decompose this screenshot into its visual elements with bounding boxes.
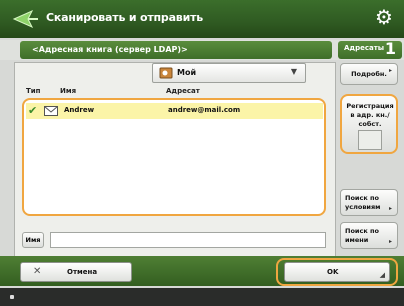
chevron-down-icon: ▼ bbox=[290, 67, 297, 76]
close-icon: ✕ bbox=[33, 266, 42, 277]
address-book-select[interactable]: Мой ▼ bbox=[152, 63, 306, 83]
email-icon bbox=[44, 106, 58, 116]
screen: Сканировать и отправить ⚙ <Адресная книг… bbox=[0, 0, 404, 306]
destinations-count: 1 bbox=[384, 39, 396, 58]
search-by-conditions-button[interactable]: Поиск по условиям ▸ bbox=[340, 189, 398, 216]
address-book-select-value: Мой bbox=[177, 68, 197, 77]
address-book-icon bbox=[159, 67, 173, 79]
search-by-name-button[interactable]: Поиск по имени ▸ bbox=[340, 222, 398, 249]
details-button-label: Подробн. bbox=[351, 70, 387, 78]
register-button-label: Регистрация в адр. кн./ собст. bbox=[346, 102, 394, 128]
window-title: Сканировать и отправить bbox=[46, 11, 204, 24]
name-search-label: Имя bbox=[22, 232, 44, 248]
chevron-right-icon: ▸ bbox=[388, 205, 392, 212]
checkmark-icon: ✔ bbox=[28, 104, 38, 117]
title-bar: Сканировать и отправить ⚙ bbox=[0, 0, 404, 38]
destinations-counter: Адресаты 1 bbox=[338, 39, 402, 59]
send-arrow-icon bbox=[12, 9, 38, 29]
chevron-right-icon: ▸ bbox=[388, 238, 392, 245]
search-by-name-label: Поиск по имени bbox=[345, 227, 379, 244]
row-name: Andrew bbox=[64, 106, 95, 114]
status-footer bbox=[0, 288, 404, 306]
column-header-name: Имя bbox=[60, 87, 77, 95]
name-search-input[interactable] bbox=[50, 232, 326, 248]
row-address: andrew@mail.com bbox=[168, 106, 241, 114]
column-header-address: Адресат bbox=[166, 87, 200, 95]
header-row: <Адресная книга (сервер LDAP)> Адресаты … bbox=[0, 39, 404, 60]
address-list[interactable]: ✔ Andrew andrew@mail.com bbox=[22, 98, 326, 216]
search-by-conditions-label: Поиск по условиям bbox=[345, 194, 381, 211]
chevron-right-icon: ▸ bbox=[388, 67, 392, 74]
table-row[interactable]: ✔ Andrew andrew@mail.com bbox=[26, 103, 323, 119]
details-button[interactable]: Подробн. ▸ bbox=[340, 63, 398, 85]
column-header-type: Тип bbox=[26, 87, 41, 95]
address-book-title: <Адресная книга (сервер LDAP)> bbox=[20, 41, 332, 59]
corner-icon: ◢ bbox=[379, 271, 385, 279]
destinations-label: Адресаты bbox=[344, 44, 385, 52]
register-button[interactable]: Регистрация в адр. кн./ собст. bbox=[340, 94, 398, 154]
ok-button[interactable]: OK ◢ bbox=[284, 262, 390, 282]
register-icon-box bbox=[358, 130, 382, 150]
status-indicator bbox=[10, 295, 14, 299]
gear-icon[interactable]: ⚙ bbox=[373, 6, 395, 28]
cancel-button[interactable]: ✕ Отмена bbox=[20, 262, 132, 282]
ok-button-label: OK bbox=[327, 268, 339, 276]
cancel-button-label: Отмена bbox=[67, 268, 98, 276]
